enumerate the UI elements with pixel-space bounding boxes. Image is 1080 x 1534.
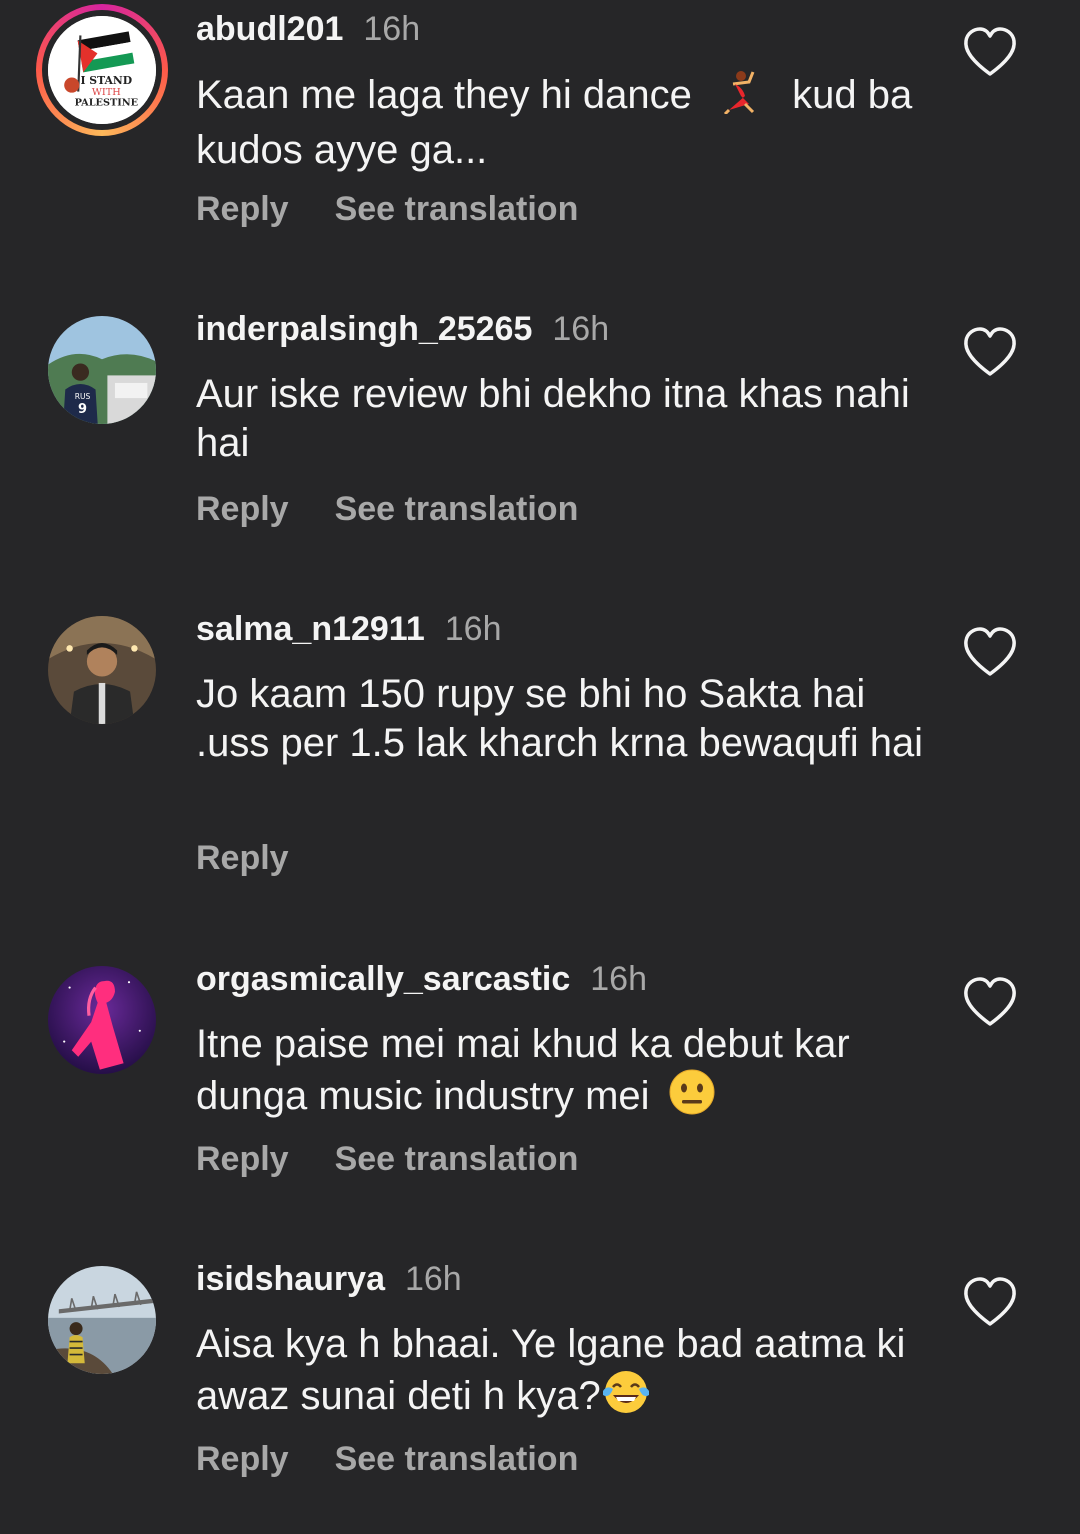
heart-icon[interactable]	[962, 626, 1018, 678]
reply-button[interactable]: Reply	[196, 490, 289, 528]
heart-icon[interactable]	[962, 326, 1018, 378]
avatar[interactable]: I STAND WITH PALESTINE	[36, 4, 168, 136]
username[interactable]: isidshaurya	[196, 1260, 385, 1298]
timestamp: 16h	[404, 1260, 462, 1298]
avatar[interactable]	[48, 1266, 156, 1374]
heart-icon[interactable]	[962, 976, 1018, 1028]
timestamp: 16h	[590, 960, 647, 998]
comment-meta: abudl201 16h	[196, 6, 420, 52]
username[interactable]: salma_n12911	[196, 610, 425, 648]
comment-meta: salma_n12911 16h	[196, 606, 502, 652]
person-landscape-avatar-image: RUS 9	[48, 316, 156, 424]
comment-actions: Reply	[196, 835, 289, 881]
heart-icon[interactable]	[962, 1276, 1018, 1328]
timestamp: 16h	[363, 10, 421, 48]
comment-text: Aur iske review bhi dekho itna khas nahi…	[196, 372, 910, 465]
see-translation-button[interactable]: See translation	[335, 1440, 579, 1478]
username[interactable]: abudl201	[196, 10, 343, 48]
avatar-text-line1: I STAND	[80, 74, 132, 87]
comment-actions: Reply See translation	[196, 486, 578, 532]
comment-item: RUS 9 inderpalsingh_25265 16h Aur iske re…	[0, 300, 1080, 600]
comment-meta: inderpalsingh_25265 16h	[196, 306, 609, 352]
comment-text: Kaan me laga they hi dance kud ba kudos …	[196, 70, 936, 175]
person-portrait-avatar-image	[48, 616, 156, 724]
see-translation-button[interactable]: See translation	[335, 490, 579, 528]
neon-silhouette-avatar-image	[48, 966, 156, 1074]
comment-item: isidshaurya 16h Aisa kya h bhaai. Ye lgan…	[0, 1250, 1080, 1534]
see-translation-button[interactable]: See translation	[335, 1140, 579, 1178]
reply-button[interactable]: Reply	[196, 839, 289, 877]
comment-text: Jo kaam 150 rupy se bhi ho Sakta hai .us…	[196, 672, 924, 765]
avatar[interactable]: RUS 9	[48, 316, 156, 424]
reply-button[interactable]: Reply	[196, 1140, 289, 1178]
dancer-emoji-icon	[719, 70, 759, 126]
comment-item: orgasmically_sarcastic 16h Itne paise mei…	[0, 950, 1080, 1250]
comment-item: I STAND WITH PALESTINE abudl201 16h Kaan …	[0, 0, 1080, 300]
reply-button[interactable]: Reply	[196, 1440, 289, 1478]
comment-meta: isidshaurya 16h	[196, 1256, 462, 1302]
jersey-text: RUS	[75, 392, 91, 401]
see-translation-button[interactable]: See translation	[335, 190, 579, 228]
comment-text-part: Aisa kya h bhaai. Ye lgane bad aatma ki …	[196, 1322, 906, 1418]
avatar-text-line3: PALESTINE	[75, 98, 138, 109]
comment-meta: orgasmically_sarcastic 16h	[196, 956, 647, 1002]
comment-actions: Reply See translation	[196, 1136, 578, 1182]
avatar-text-line2: WITH	[92, 87, 121, 98]
comment-text-part: Itne paise mei mai khud ka debut kar dun…	[196, 1022, 850, 1118]
timestamp: 16h	[444, 610, 502, 648]
username[interactable]: inderpalsingh_25265	[196, 310, 532, 348]
comment-text: Aisa kya h bhaai. Ye lgane bad aatma ki …	[196, 1320, 936, 1427]
bridge-photo-avatar-image	[48, 1266, 156, 1374]
comment-item: salma_n12911 16h Jo kaam 150 rupy se bhi …	[0, 600, 1080, 950]
timestamp: 16h	[552, 310, 610, 348]
comment-actions: Reply See translation	[196, 186, 578, 232]
reply-button[interactable]: Reply	[196, 190, 289, 228]
avatar[interactable]	[48, 966, 156, 1074]
comment-text-part: Kaan me laga they hi dance	[196, 73, 692, 117]
neutral-face-emoji-icon	[669, 1069, 715, 1127]
jersey-number: 9	[78, 402, 87, 417]
username[interactable]: orgasmically_sarcastic	[196, 960, 570, 998]
palestine-flag-avatar-image: I STAND WITH PALESTINE	[48, 16, 156, 124]
tears-of-joy-emoji-icon	[601, 1369, 651, 1427]
comment-text: Itne paise mei mai khud ka debut kar dun…	[196, 1020, 936, 1127]
heart-icon[interactable]	[962, 26, 1018, 78]
avatar[interactable]	[48, 616, 156, 724]
comment-actions: Reply See translation	[196, 1436, 578, 1482]
